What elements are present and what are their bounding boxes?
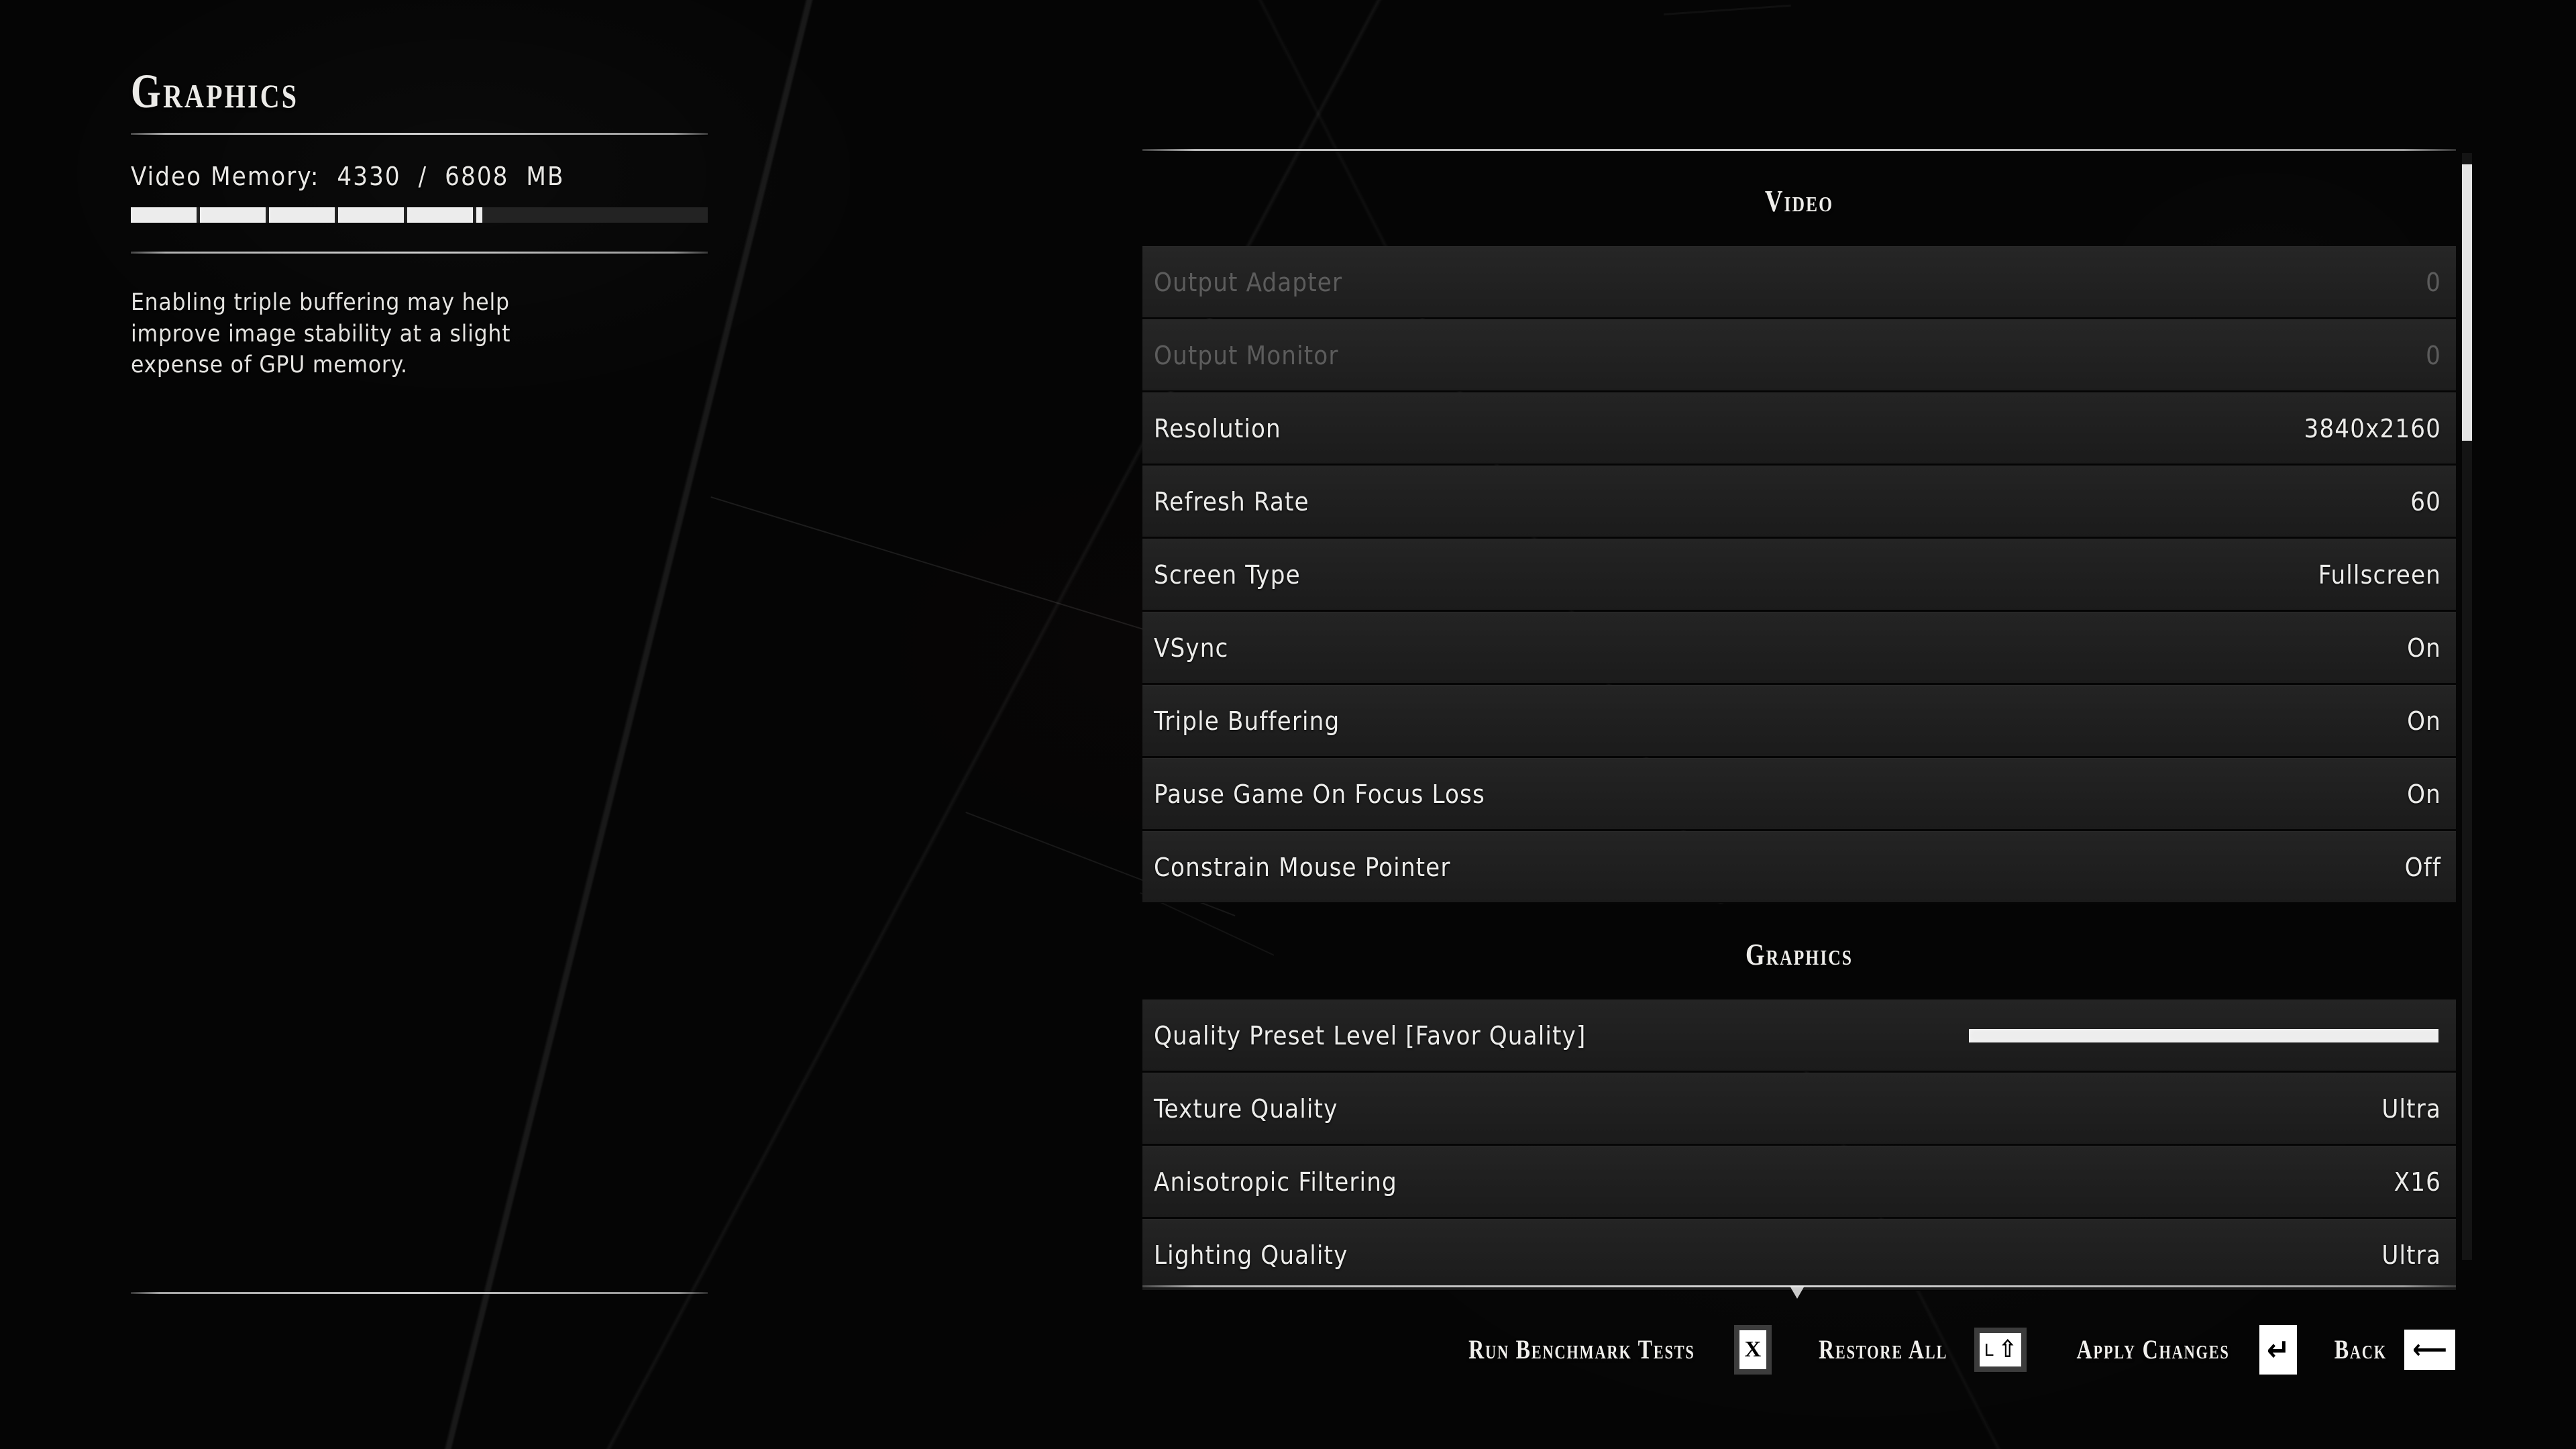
settings-scrollbar-track[interactable] <box>2462 153 2472 1260</box>
setting-label: Pause Game On Focus Loss <box>1154 779 1485 809</box>
video-memory-bar <box>131 207 708 223</box>
settings-scrollbar-thumb[interactable] <box>2462 164 2472 441</box>
setting-value: Ultra <box>2381 1093 2441 1124</box>
settings-panel: Video Output Adapter 0 Output Monitor 0 … <box>1142 149 2456 1292</box>
setting-label: Constrain Mouse Pointer <box>1154 852 1451 882</box>
setting-row-output-monitor[interactable]: Output Monitor 0 <box>1142 319 2456 391</box>
setting-label: Resolution <box>1154 413 1281 443</box>
title-divider <box>131 133 708 135</box>
setting-row-lighting-quality[interactable]: Lighting Quality Ultra <box>1142 1219 2456 1291</box>
memory-segment <box>269 207 335 223</box>
setting-row-quality-preset-level[interactable]: Quality Preset Level [Favor Quality] <box>1142 1000 2456 1071</box>
setting-label: Anisotropic Filtering <box>1154 1167 1397 1197</box>
setting-value: 0 <box>2426 267 2441 297</box>
setting-value: On <box>2407 633 2441 663</box>
left-info-panel: Graphics Video Memory: 4330 / 6808 MB En… <box>131 67 708 381</box>
setting-label: Output Adapter <box>1154 267 1343 297</box>
video-memory-label: Video Memory: 4330 / 6808 MB <box>131 162 565 191</box>
setting-value: 3840x2160 <box>2304 413 2441 443</box>
setting-row-vsync[interactable]: VSync On <box>1142 612 2456 684</box>
action-apply-changes[interactable]: Apply Changes ↵ <box>2057 1325 2298 1375</box>
setting-row-resolution[interactable]: Resolution 3840x2160 <box>1142 392 2456 464</box>
action-label: Apply Changes <box>2076 1334 2230 1364</box>
setting-value: On <box>2407 706 2441 736</box>
setting-value: 0 <box>2426 340 2441 370</box>
setting-value: Fullscreen <box>2318 559 2441 590</box>
setting-label: Triple Buffering <box>1154 706 1340 736</box>
setting-value: Ultra <box>2381 1240 2441 1270</box>
setting-label: Output Monitor <box>1154 340 1339 370</box>
divider-notch-icon <box>1790 1286 1805 1299</box>
setting-value: X16 <box>2394 1167 2441 1197</box>
memory-segment-partial <box>476 207 482 223</box>
key-glyph: L ⇧ <box>1980 1333 2022 1366</box>
action-label: Run Benchmark Tests <box>1468 1334 1695 1364</box>
scratch-decoration <box>1664 4 1791 15</box>
setting-row-output-adapter[interactable]: Output Adapter 0 <box>1142 246 2456 318</box>
left-panel-bottom-divider <box>131 1292 708 1294</box>
memory-segment <box>338 207 404 223</box>
memory-divider <box>131 252 708 254</box>
memory-track-remainder <box>486 207 708 223</box>
setting-description: Enabling triple buffering may help impro… <box>131 289 511 379</box>
settings-list-graphics: Quality Preset Level [Favor Quality] Tex… <box>1142 1000 2456 1292</box>
section-heading-video: Video <box>1764 184 1834 218</box>
page-title: Graphics <box>131 64 299 118</box>
setting-value: 60 <box>2410 486 2441 517</box>
setting-row-anisotropic-filtering[interactable]: Anisotropic Filtering X16 <box>1142 1146 2456 1218</box>
shift-arrow-icon: ⇧ <box>1998 1335 2017 1363</box>
key-letter-l: L <box>1984 1339 1994 1360</box>
settings-list-video: Output Adapter 0 Output Monitor 0 Resolu… <box>1142 246 2456 904</box>
action-bar: Run Benchmark Tests X Restore All L ⇧ Ap… <box>1301 1313 2455 1386</box>
action-label: Back <box>2334 1334 2387 1364</box>
scratch-decoration <box>710 496 1199 647</box>
setting-label: Texture Quality <box>1154 1093 1338 1124</box>
setting-label: VSync <box>1154 633 1229 663</box>
setting-label: Quality Preset Level [Favor Quality] <box>1154 1020 1587 1051</box>
setting-value: On <box>2407 779 2441 809</box>
action-back[interactable]: Back ⟵ <box>2328 1330 2455 1370</box>
key-backspace-icon[interactable]: ⟵ <box>2404 1330 2455 1370</box>
setting-label: Screen Type <box>1154 559 1301 590</box>
setting-row-refresh-rate[interactable]: Refresh Rate 60 <box>1142 466 2456 537</box>
key-left-shift-icon[interactable]: L ⇧ <box>1974 1328 2027 1372</box>
setting-label: Refresh Rate <box>1154 486 1309 517</box>
slider-fill <box>1969 1028 2438 1042</box>
setting-row-triple-buffering[interactable]: Triple Buffering On <box>1142 685 2456 757</box>
action-label: Restore All <box>1818 1334 1948 1364</box>
key-glyph: X <box>1739 1330 1766 1369</box>
setting-row-texture-quality[interactable]: Texture Quality Ultra <box>1142 1073 2456 1144</box>
setting-label: Lighting Quality <box>1154 1240 1348 1270</box>
action-restore-all[interactable]: Restore All L ⇧ <box>1803 1328 2027 1372</box>
section-heading-graphics: Graphics <box>1273 904 2325 1000</box>
setting-row-screen-type[interactable]: Screen Type Fullscreen <box>1142 539 2456 610</box>
memory-segment <box>131 207 197 223</box>
key-enter-icon[interactable]: ↵ <box>2259 1325 2298 1375</box>
setting-row-pause-game-on-focus-loss[interactable]: Pause Game On Focus Loss On <box>1142 758 2456 830</box>
setting-value: Off <box>2404 852 2441 882</box>
quality-preset-slider[interactable] <box>1969 1028 2438 1042</box>
action-run-benchmark-tests[interactable]: Run Benchmark Tests X <box>1440 1325 1772 1375</box>
setting-row-constrain-mouse-pointer[interactable]: Constrain Mouse Pointer Off <box>1142 831 2456 903</box>
memory-segment <box>407 207 473 223</box>
memory-segment <box>200 207 266 223</box>
key-x-icon[interactable]: X <box>1733 1325 1772 1375</box>
